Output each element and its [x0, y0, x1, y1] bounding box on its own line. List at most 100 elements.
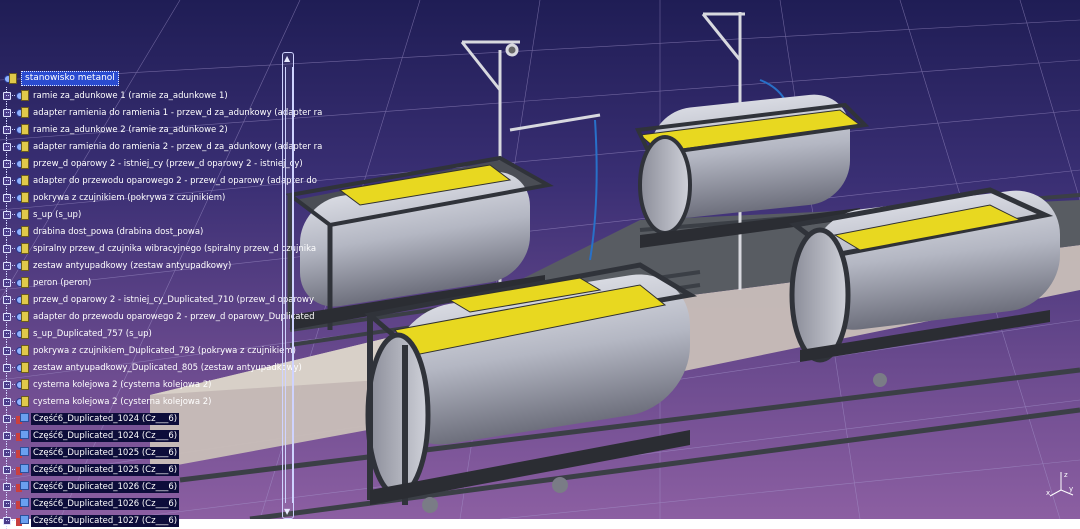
tree-node-label: zestaw antyupadkowy_Duplicated_805 (zest…	[33, 362, 302, 373]
tree-node-product[interactable]: s_up (s_up)	[2, 206, 83, 223]
expand-icon[interactable]	[3, 500, 11, 508]
product-icon	[16, 175, 29, 186]
expand-icon[interactable]	[3, 432, 11, 440]
part-icon	[16, 514, 29, 527]
tree-node-label: cysterna kolejowa 2 (cysterna kolejowa 2…	[33, 379, 212, 390]
tree-node-part[interactable]: Część6_Duplicated_1025 (Cz___6)	[2, 444, 180, 461]
tree-connector	[2, 291, 16, 308]
tree-node-product[interactable]: zestaw antyupadkowy (zestaw antyupadkowy…	[2, 257, 233, 274]
product-icon	[16, 226, 29, 237]
tree-node-label: Część6_Duplicated_1026 (Cz___6)	[31, 497, 180, 510]
tree-node-product[interactable]: przew_d oparowy 2 - istniej_cy_Duplicate…	[2, 291, 316, 308]
tree-scrollbar[interactable]: ▲ ▼	[282, 52, 294, 519]
expand-icon[interactable]	[3, 398, 11, 406]
tree-connector	[2, 189, 16, 206]
tree-node-part[interactable]: Część6_Duplicated_1025 (Cz___6)	[2, 461, 180, 478]
tree-connector	[2, 308, 16, 325]
tree-node-label: Część6_Duplicated_1026 (Cz___6)	[31, 480, 180, 493]
scroll-down-arrow-icon[interactable]: ▼	[284, 508, 290, 516]
product-icon	[16, 328, 29, 339]
tree-node-product[interactable]: ramie za_adunkowe 1 (ramie za_adunkowe 1…	[2, 87, 230, 104]
expand-icon[interactable]	[3, 262, 11, 270]
tree-node-product[interactable]: cysterna kolejowa 2 (cysterna kolejowa 2…	[2, 376, 214, 393]
3d-viewport[interactable]: stanowisko metanol ramie za_adunkowe 1 (…	[0, 0, 1080, 529]
tree-node-product[interactable]: s_up_Duplicated_757 (s_up)	[2, 325, 154, 342]
expand-icon[interactable]	[3, 415, 11, 423]
expand-icon[interactable]	[3, 211, 11, 219]
tree-node-label: adapter do przewodu oparowego 2 - przew_…	[33, 175, 317, 186]
expand-icon[interactable]	[3, 313, 11, 321]
product-icon	[16, 362, 29, 373]
expand-icon[interactable]	[3, 245, 11, 253]
expand-icon[interactable]	[3, 483, 11, 491]
expand-icon[interactable]	[3, 279, 11, 287]
scroll-up-arrow-icon[interactable]: ▲	[284, 55, 290, 63]
tree-connector	[2, 478, 16, 495]
tree-connector	[2, 444, 16, 461]
tree-connector	[2, 376, 16, 393]
expand-icon[interactable]	[3, 517, 11, 525]
expand-icon[interactable]	[3, 92, 11, 100]
tree-root-label: stanowisko metanol	[21, 70, 119, 86]
product-icon	[16, 90, 29, 101]
expand-icon[interactable]	[3, 364, 11, 372]
expand-icon[interactable]	[3, 347, 11, 355]
tree-root-node[interactable]: stanowisko metanol	[4, 70, 119, 86]
expand-icon[interactable]	[3, 466, 11, 474]
part-icon	[16, 429, 29, 442]
expand-icon[interactable]	[3, 160, 11, 168]
part-icon	[16, 446, 29, 459]
tree-node-label: Część6_Duplicated_1027 (Cz___6)	[31, 514, 180, 527]
tree-connector	[2, 104, 16, 121]
tree-node-product[interactable]: pokrywa z czujnikiem_Duplicated_792 (pok…	[2, 342, 298, 359]
tree-node-part[interactable]: Część6_Duplicated_1026 (Cz___6)	[2, 495, 180, 512]
product-icon	[16, 243, 29, 254]
tree-node-product[interactable]: peron (peron)	[2, 274, 93, 291]
product-icon	[16, 277, 29, 288]
tree-node-label: Część6_Duplicated_1025 (Cz___6)	[31, 446, 180, 459]
product-icon	[16, 124, 29, 135]
tree-node-product[interactable]: adapter do przewodu oparowego 2 - przew_…	[2, 308, 316, 325]
tree-node-product[interactable]: adapter ramienia do ramienia 2 - przew_d…	[2, 138, 324, 155]
part-icon	[16, 480, 29, 493]
compass-y-label: y	[1069, 485, 1073, 493]
tree-node-label: peron (peron)	[33, 277, 92, 288]
expand-icon[interactable]	[3, 194, 11, 202]
tree-node-product[interactable]: adapter do przewodu oparowego 2 - przew_…	[2, 172, 319, 189]
tree-node-label: Część6_Duplicated_1024 (Cz___6)	[31, 429, 180, 442]
tree-node-product[interactable]: drabina dost_powa (drabina dost_powa)	[2, 223, 205, 240]
scroll-thumb[interactable]	[285, 67, 293, 503]
tree-node-product[interactable]: adapter ramienia do ramienia 1 - przew_d…	[2, 104, 324, 121]
tree-connector	[2, 427, 16, 444]
specification-tree[interactable]: stanowisko metanol ramie za_adunkowe 1 (…	[2, 68, 322, 529]
expand-icon[interactable]	[3, 177, 11, 185]
expand-icon[interactable]	[3, 109, 11, 117]
expand-icon[interactable]	[3, 228, 11, 236]
expand-icon[interactable]	[3, 126, 11, 134]
product-icon	[16, 107, 29, 118]
tree-node-product[interactable]: przew_d oparowy 2 - istniej_cy (przew_d …	[2, 155, 305, 172]
tree-node-label: s_up_Duplicated_757 (s_up)	[33, 328, 152, 339]
tree-node-part[interactable]: Część6_Duplicated_1026 (Cz___6)	[2, 478, 180, 495]
expand-icon[interactable]	[3, 449, 11, 457]
tree-node-part[interactable]: Część6_Duplicated_1024 (Cz___6)	[2, 427, 180, 444]
product-icon	[16, 260, 29, 271]
tree-node-label: ramie za_adunkowe 2 (ramie za_adunkowe 2…	[33, 124, 228, 135]
tree-node-label: ramie za_adunkowe 1 (ramie za_adunkowe 1…	[33, 90, 228, 101]
tree-connector	[2, 342, 16, 359]
expand-icon[interactable]	[3, 143, 11, 151]
product-icon	[16, 192, 29, 203]
tree-node-part[interactable]: Część6_Duplicated_1027 (Cz___6)	[2, 512, 180, 529]
tree-node-product[interactable]: spiralny przew_d czujnika wibracyjnego (…	[2, 240, 318, 257]
tree-node-product[interactable]: cysterna kolejowa 2 (cysterna kolejowa 2…	[2, 393, 214, 410]
expand-icon[interactable]	[3, 381, 11, 389]
tree-node-product[interactable]: zestaw antyupadkowy_Duplicated_805 (zest…	[2, 359, 304, 376]
tree-node-part[interactable]: Część6_Duplicated_1024 (Cz___6)	[2, 410, 180, 427]
tree-connector	[2, 325, 16, 342]
tree-node-product[interactable]: ramie za_adunkowe 2 (ramie za_adunkowe 2…	[2, 121, 230, 138]
tree-node-product[interactable]: pokrywa z czujnikiem (pokrywa z czujniki…	[2, 189, 227, 206]
tree-connector	[2, 359, 16, 376]
axis-compass[interactable]: z x y	[1046, 468, 1076, 498]
expand-icon[interactable]	[3, 296, 11, 304]
expand-icon[interactable]	[3, 330, 11, 338]
